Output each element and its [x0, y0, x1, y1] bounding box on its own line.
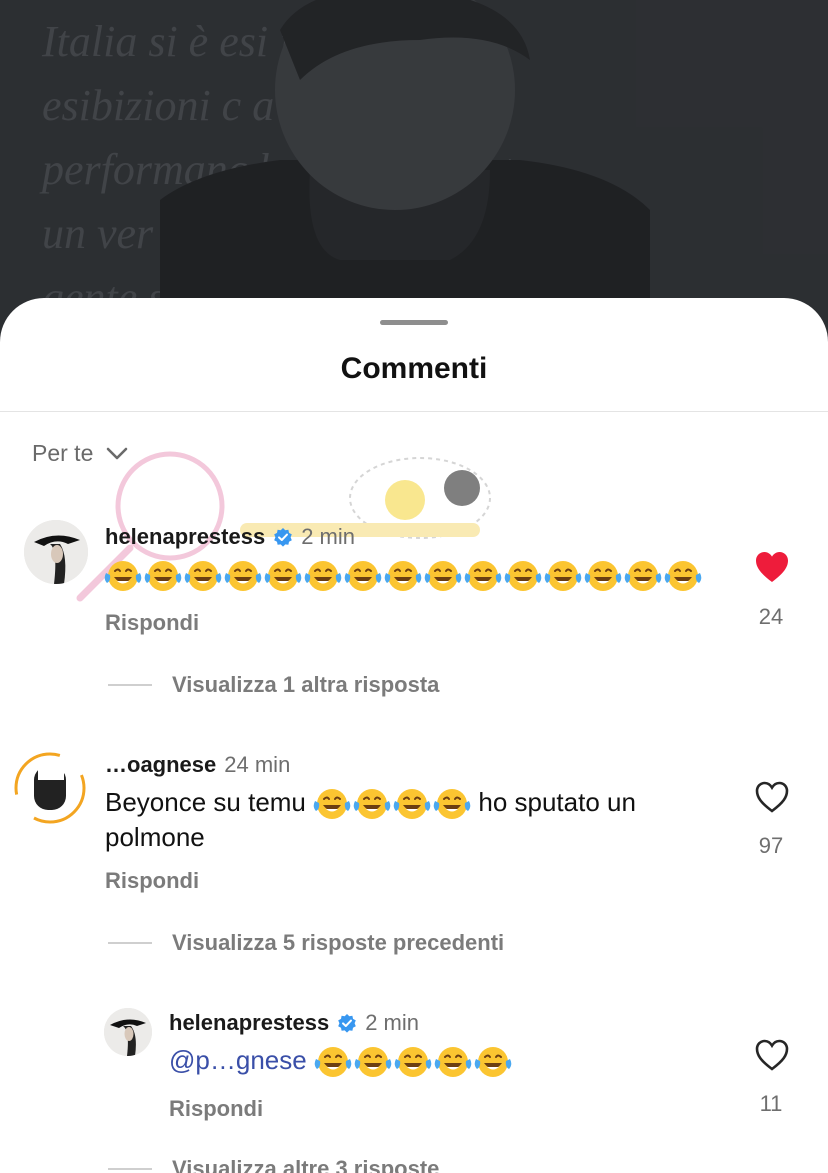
- view-replies-button[interactable]: Visualizza 1 altra risposta: [108, 672, 439, 698]
- verified-badge-icon: [338, 1014, 357, 1033]
- heart-outline-icon[interactable]: [754, 1038, 790, 1072]
- view-replies-label: Visualizza 1 altra risposta: [172, 672, 440, 697]
- comment-text-line2: polmone: [105, 822, 205, 853]
- laughing-tears-emoji-icon: [434, 1047, 472, 1078]
- sort-label: Per te: [32, 440, 94, 466]
- emoji-row: [104, 559, 702, 593]
- comment-text-start: Beyonce su temu: [105, 787, 306, 817]
- avatar[interactable]: [104, 1008, 152, 1056]
- laughing-tears-emoji-icon: [344, 561, 382, 592]
- sheet-grabber-handle[interactable]: [380, 320, 448, 325]
- reply-button[interactable]: Rispondi: [105, 610, 199, 636]
- reply-button[interactable]: Rispondi: [169, 1096, 263, 1122]
- username[interactable]: …oagnese: [105, 752, 216, 778]
- comment-author[interactable]: …oagnese 24 min: [105, 752, 290, 778]
- sort-dropdown[interactable]: Per te: [32, 440, 129, 467]
- laughing-tears-emoji-icon: [424, 561, 462, 592]
- comments-sheet: Commenti Per te helenaprestess 2 min Ris…: [0, 298, 828, 1173]
- laughing-tears-emoji-icon: [264, 561, 302, 592]
- like-count: 24: [758, 604, 784, 629]
- chevron-down-icon: [107, 447, 128, 459]
- laughing-tears-emoji-icon: [384, 561, 422, 592]
- laughing-tears-emoji-icon: [313, 789, 351, 820]
- reply-author[interactable]: helenaprestess 2 min: [169, 1010, 419, 1036]
- comment-text: Beyonce su temu ho sputato un polmone: [105, 786, 725, 853]
- laughing-tears-emoji-icon: [504, 561, 542, 592]
- mention-link[interactable]: @p…gnese: [169, 1045, 307, 1075]
- view-replies-label: Visualizza altre 3 risposte: [172, 1156, 440, 1173]
- heart-filled-icon[interactable]: [754, 550, 790, 584]
- comment-time: 24 min: [224, 752, 291, 777]
- comment-time: 2 min: [301, 524, 355, 549]
- laughing-tears-emoji-icon: [144, 561, 182, 592]
- emoji-row: [313, 787, 471, 821]
- laughing-tears-emoji-icon: [584, 561, 622, 592]
- like-count: 11: [759, 1091, 783, 1116]
- header-divider: [0, 411, 828, 412]
- laughing-tears-emoji-icon: [433, 789, 471, 820]
- username[interactable]: helenaprestess: [105, 524, 265, 550]
- laughing-tears-emoji-icon: [393, 789, 431, 820]
- heart-outline-icon[interactable]: [754, 780, 790, 814]
- laughing-tears-emoji-icon: [464, 561, 502, 592]
- view-replies-button[interactable]: Visualizza altre 3 risposte: [108, 1156, 439, 1173]
- laughing-tears-emoji-icon: [664, 561, 702, 592]
- reply-text: @p…gnese: [169, 1044, 512, 1079]
- emoji-row: [314, 1045, 512, 1079]
- view-replies-button[interactable]: Visualizza 5 risposte precedenti: [108, 930, 504, 956]
- laughing-tears-emoji-icon: [314, 1047, 352, 1078]
- comment-author[interactable]: helenaprestess 2 min: [105, 524, 355, 550]
- laughing-tears-emoji-icon: [624, 561, 662, 592]
- laughing-tears-emoji-icon: [354, 1047, 392, 1078]
- laughing-tears-emoji-icon: [304, 561, 342, 592]
- laughing-tears-emoji-icon: [544, 561, 582, 592]
- background-dim-overlay: [0, 0, 828, 340]
- avatar[interactable]: [14, 752, 86, 824]
- laughing-tears-emoji-icon: [224, 561, 262, 592]
- replies-divider-line: [108, 942, 152, 944]
- laughing-tears-emoji-icon: [104, 561, 142, 592]
- view-replies-label: Visualizza 5 risposte precedenti: [172, 930, 505, 955]
- username[interactable]: helenaprestess: [169, 1010, 329, 1036]
- avatar[interactable]: [24, 520, 88, 584]
- reply-button[interactable]: Rispondi: [105, 868, 199, 894]
- comment-text: [104, 558, 702, 593]
- reply-time: 2 min: [365, 1010, 419, 1035]
- laughing-tears-emoji-icon: [353, 789, 391, 820]
- laughing-tears-emoji-icon: [474, 1047, 512, 1078]
- verified-badge-icon: [274, 528, 293, 547]
- like-count: 97: [758, 833, 784, 858]
- laughing-tears-emoji-icon: [394, 1047, 432, 1078]
- replies-divider-line: [108, 684, 152, 686]
- replies-divider-line: [108, 1168, 152, 1170]
- comment-text-end: ho sputato un: [478, 787, 636, 817]
- laughing-tears-emoji-icon: [184, 561, 222, 592]
- sheet-title: Commenti: [340, 352, 488, 385]
- post-background: Italia si è esi ilate ed esibizioni c a …: [0, 0, 828, 340]
